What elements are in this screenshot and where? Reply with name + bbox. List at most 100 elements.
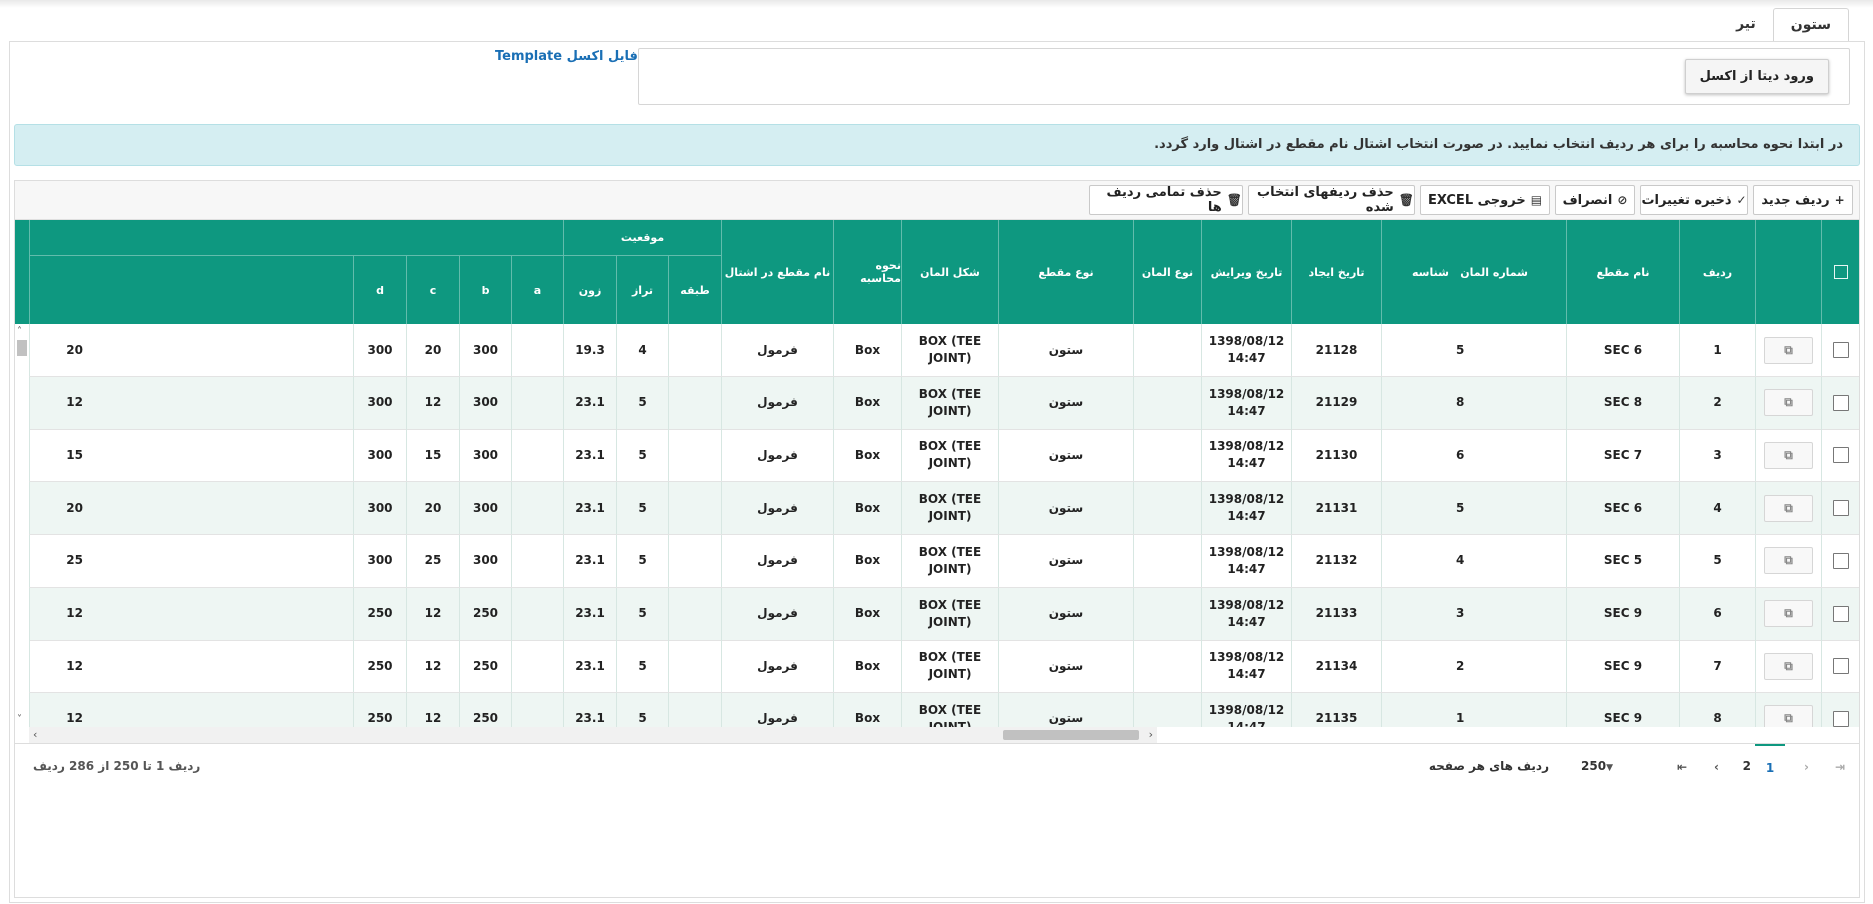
page-2[interactable]: 2	[1743, 759, 1751, 773]
page-1[interactable]: 1	[1755, 744, 1785, 793]
cell-level: 23.1	[563, 692, 616, 727]
delete-all-button[interactable]: 🗑 حذف تمامی ردیف ها	[1089, 185, 1243, 215]
row-checkbox[interactable]	[1832, 552, 1849, 569]
row-checkbox[interactable]	[1832, 342, 1849, 358]
scroll-right-icon[interactable]: ›	[1149, 728, 1153, 741]
cell-section: SEC 8	[1566, 376, 1679, 429]
cell-a: 250	[459, 640, 511, 693]
table-row[interactable]: ⧉ 7 SEC 9 2 21134 1398/08/12 14:47 ستون BOX (TE…	[29, 640, 1859, 694]
col-id[interactable]: شناسه	[1412, 266, 1449, 279]
copy-row-button[interactable]: ⧉	[1764, 336, 1813, 364]
export-excel-button[interactable]: ▤ خروجی EXCEL	[1420, 185, 1550, 215]
col-section-in-stal[interactable]: نام مقطع در اشتال	[721, 220, 833, 324]
cell-id: 21135	[1291, 692, 1381, 727]
copy-row-button[interactable]: ⧉	[1764, 441, 1813, 469]
scroll-down-icon[interactable]: ˅	[17, 714, 22, 725]
first-page-icon[interactable]: ⇥	[1835, 760, 1845, 774]
horizontal-scrollbar[interactable]: ‹ ›	[29, 727, 1157, 743]
copy-row-button[interactable]: ⧉	[1764, 600, 1813, 627]
copy-row-button[interactable]: ⧉	[1764, 494, 1813, 522]
col-level[interactable]: تراز	[616, 256, 668, 324]
row-checkbox[interactable]	[1832, 605, 1849, 622]
cell-a: 300	[459, 429, 511, 482]
col-edited[interactable]: تاریخ ویرایش	[1201, 220, 1291, 324]
vertical-scroll-thumb[interactable]	[17, 340, 27, 356]
col-element-number[interactable]: شماره المان	[1460, 266, 1528, 279]
delete-selected-button[interactable]: 🗑 حذف ردیفهای انتخاب شده	[1248, 185, 1415, 215]
table-row[interactable]: ⧉ 8 SEC 9 1 21135 1398/08/12 14:47 ستون BOX (TE…	[29, 692, 1859, 727]
cancel-button[interactable]: ⊘ انصراف	[1555, 185, 1635, 215]
table-row[interactable]: ⧉ 3 SEC 7 6 21130 1398/08/12 14:47 ستون BOX (TE…	[29, 429, 1859, 483]
scroll-left-icon[interactable]: ‹	[33, 728, 37, 741]
row-copy-cell: ⧉	[1755, 640, 1821, 693]
grid-header: ردیف نام مقطع شماره المان شناسه تاریخ ای…	[15, 220, 1859, 324]
tab-beam[interactable]: تیر	[1719, 8, 1773, 41]
scroll-up-icon[interactable]: ˄	[17, 326, 22, 337]
table-row[interactable]: ⧉ 1 SEC 6 5 21128 1398/08/12 14:47 ستون BOX (TE…	[29, 324, 1859, 377]
col-b[interactable]: b	[459, 256, 511, 324]
col-element-shape[interactable]: شکل المان	[901, 220, 998, 324]
cell-level: 23.1	[563, 534, 616, 587]
new-row-button[interactable]: + ردیف جدید	[1753, 185, 1853, 215]
vertical-scrollbar[interactable]: ˄ ˅	[15, 324, 29, 727]
excel-template-link[interactable]: Template فایل اکسل	[495, 49, 638, 64]
cell-zone	[511, 482, 563, 535]
copy-row-button[interactable]: ⧉	[1764, 705, 1813, 727]
col-a[interactable]: a	[511, 256, 563, 324]
top-shadow	[0, 0, 1873, 8]
row-copy-cell: ⧉	[1755, 482, 1821, 535]
prev-page-icon[interactable]: ›	[1804, 760, 1809, 774]
select-all-checkbox[interactable]	[1833, 265, 1848, 279]
table-row[interactable]: ⧉ 5 SEC 5 4 21132 1398/08/12 14:47 ستون BOX (TE…	[29, 534, 1859, 588]
row-select-cell	[1821, 692, 1859, 727]
col-calc-method[interactable]: نحوه محاسبه	[833, 220, 901, 324]
cell-calc: فرمول	[721, 429, 833, 482]
cell-shape: Box	[833, 482, 901, 535]
col-element-type[interactable]: نوع المان	[1133, 220, 1201, 324]
next-page-icon[interactable]: ‹	[1714, 760, 1719, 774]
col-c[interactable]: c	[406, 256, 459, 324]
copy-row-button[interactable]: ⧉	[1764, 389, 1813, 417]
row-checkbox[interactable]	[1832, 658, 1849, 675]
cell-edited	[1133, 534, 1201, 587]
col-floor[interactable]: طبقه	[668, 256, 721, 324]
save-changes-button[interactable]: ✓ ذخیره تغییرات	[1640, 185, 1748, 215]
last-page-icon[interactable]: ⇤	[1677, 760, 1687, 774]
alert-text: در ابتدا نحوه محاسبه را برای هر ردیف انت…	[1154, 137, 1843, 152]
cell-id: 21129	[1291, 376, 1381, 429]
row-checkbox[interactable]	[1832, 447, 1849, 464]
page-size-select[interactable]: 250▼	[1581, 759, 1619, 773]
table-row[interactable]: ⧉ 4 SEC 6 5 21131 1398/08/12 14:47 ستون BOX (TE…	[29, 482, 1859, 536]
cell-id: 21134	[1291, 640, 1381, 693]
import-from-excel-button[interactable]: ورود دیتا از اکسل	[1684, 59, 1829, 94]
copy-row-button[interactable]: ⧉	[1764, 547, 1813, 575]
col-zone[interactable]: زون	[563, 256, 616, 324]
cell-created: 1398/08/12 14:47	[1201, 587, 1291, 640]
cell-floor: 5	[616, 482, 668, 535]
row-checkbox[interactable]	[1832, 394, 1849, 411]
col-section-type[interactable]: نوع مقطع	[998, 220, 1133, 324]
row-select-cell	[1821, 324, 1859, 376]
col-extra	[29, 256, 353, 324]
copy-row-button[interactable]: ⧉	[1764, 652, 1813, 680]
col-d[interactable]: d	[353, 256, 406, 324]
cell-c: 250	[353, 692, 406, 727]
table-row[interactable]: ⧉ 2 SEC 8 8 21129 1398/08/12 14:47 ستون BOX (TE…	[29, 376, 1859, 430]
row-select-cell	[1821, 640, 1859, 693]
table-row[interactable]: ⧉ 6 SEC 9 3 21133 1398/08/12 14:47 ستون BOX (TE…	[29, 587, 1859, 641]
tab-column[interactable]: ستون	[1772, 8, 1849, 43]
cell-eltype: ستون	[998, 376, 1133, 429]
col-section-name[interactable]: نام مقطع	[1566, 220, 1679, 324]
cell-element-number: 6	[1381, 429, 1513, 482]
row-checkbox[interactable]	[1832, 500, 1849, 517]
cell-floor: 5	[616, 692, 668, 727]
row-copy-cell: ⧉	[1755, 324, 1821, 376]
cell-eltype: ستون	[998, 534, 1133, 587]
cell-stal	[668, 587, 721, 640]
cell-created: 1398/08/12 14:47	[1201, 534, 1291, 587]
cell-floor: 5	[616, 534, 668, 587]
col-created[interactable]: تاریخ ایجاد	[1291, 220, 1381, 324]
col-row[interactable]: ردیف	[1679, 220, 1755, 324]
horizontal-scroll-thumb[interactable]	[1003, 730, 1139, 740]
row-checkbox[interactable]	[1832, 710, 1849, 727]
